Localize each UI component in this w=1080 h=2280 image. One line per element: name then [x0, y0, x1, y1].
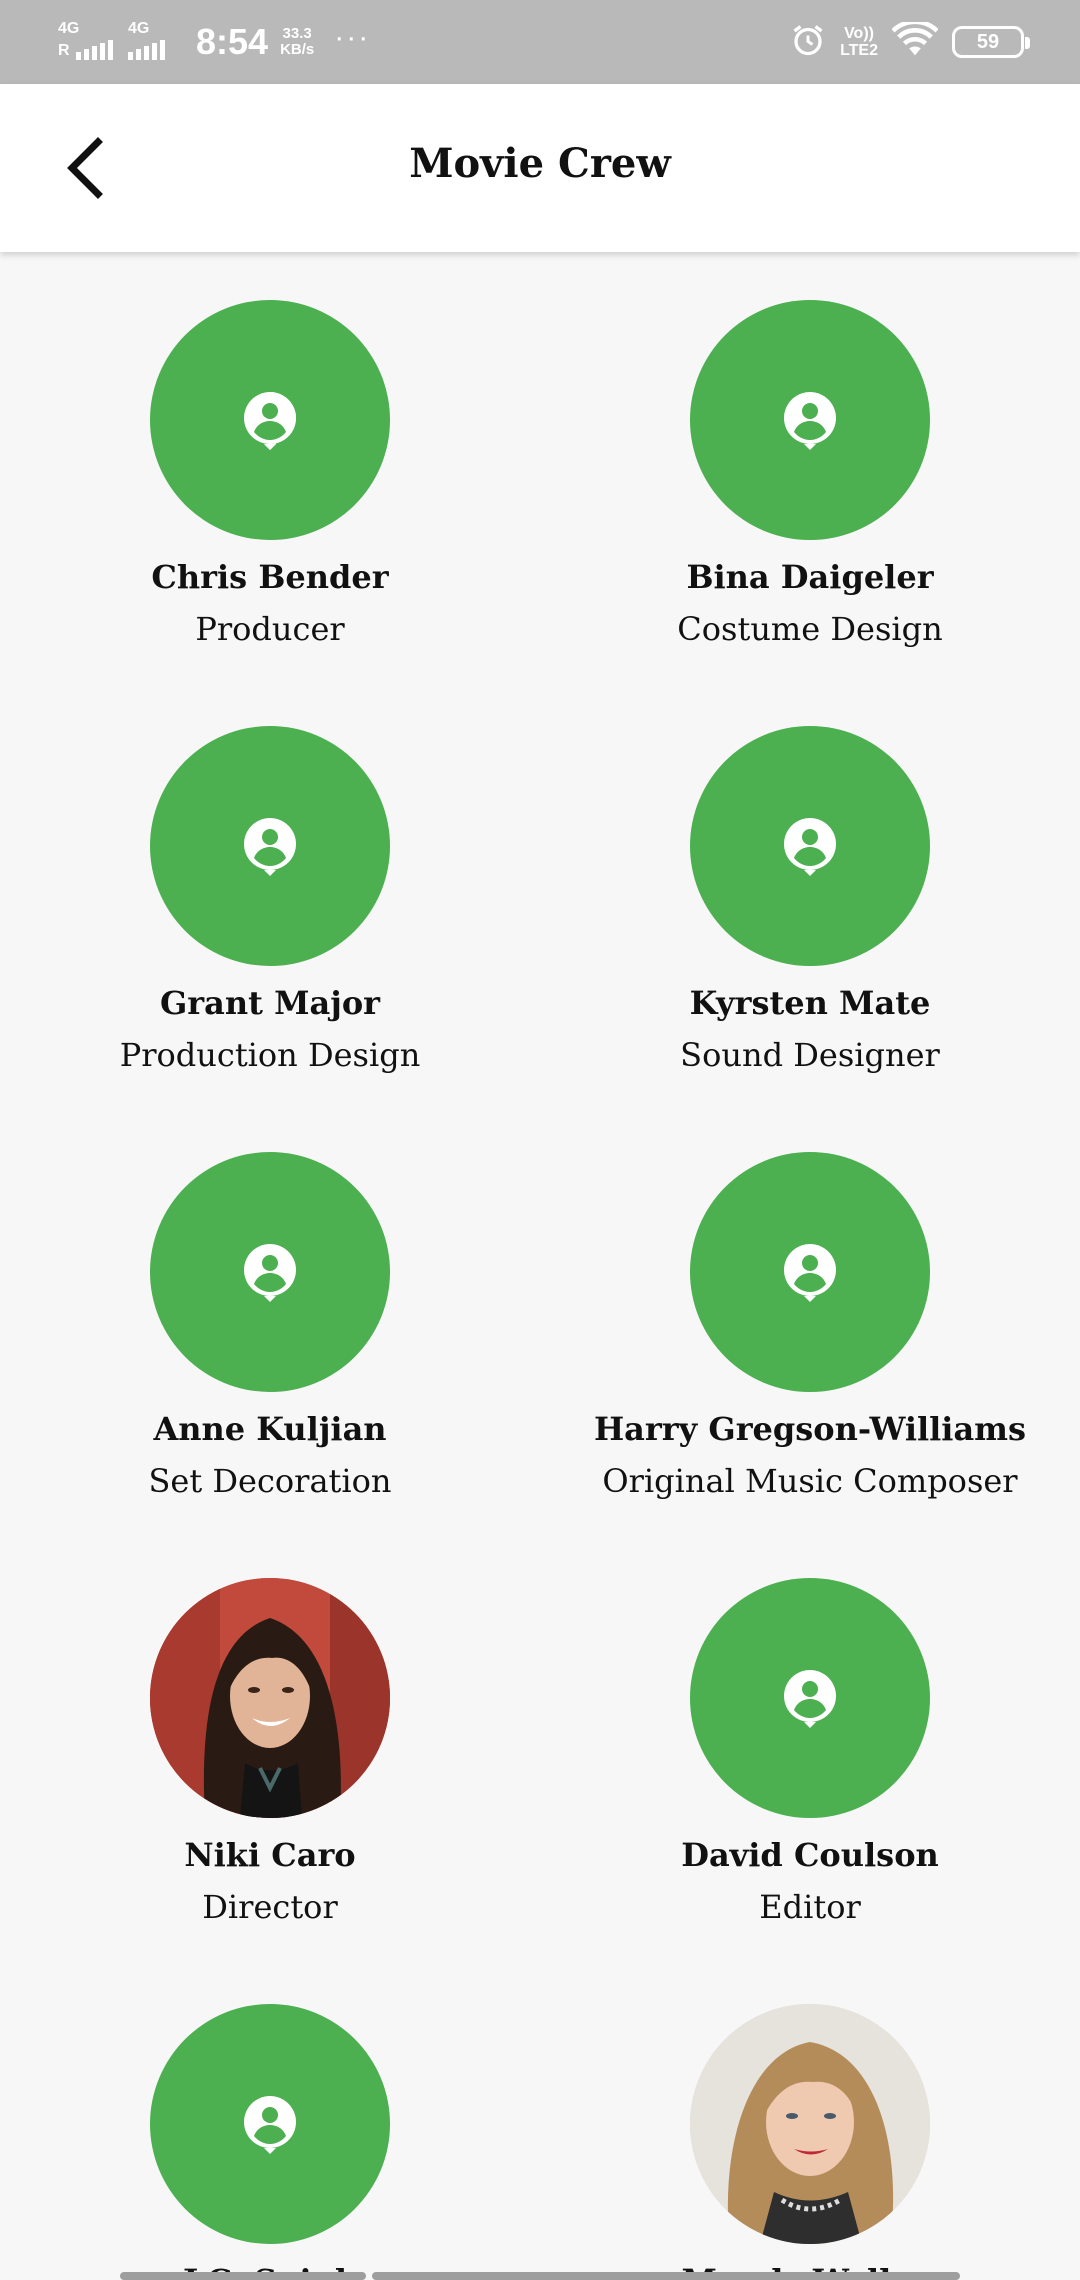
crew-name: Niki Caro: [184, 1836, 356, 1874]
crew-role: Director: [202, 1888, 338, 1926]
avatar: [150, 300, 390, 540]
wifi-icon: [891, 19, 939, 63]
person-pin-icon: [244, 818, 296, 876]
crew-name: Anne Kuljian: [153, 1410, 387, 1448]
avatar: [690, 1152, 930, 1392]
crew-role: Producer: [195, 610, 345, 648]
avatar-photo: [150, 1578, 390, 1818]
signal-2-icon: 4G: [126, 18, 178, 66]
person-pin-icon: [784, 1670, 836, 1728]
crew-role: Original Music Composer: [602, 1462, 1018, 1500]
more-notifications-icon: ···: [334, 21, 371, 54]
portrait-photo: [150, 1578, 390, 1818]
clock: 8:54: [196, 21, 269, 62]
crew-card[interactable]: Bina Daigeler Costume Design: [540, 252, 1080, 678]
crew-name: Kyrsten Mate: [689, 984, 931, 1022]
signal-1-icon: 4G R: [56, 18, 114, 66]
avatar: [150, 726, 390, 966]
crew-name: Chris Bender: [151, 558, 389, 596]
battery-icon: 59: [952, 26, 1030, 58]
crew-card[interactable]: Grant Major Production Design: [0, 678, 540, 1104]
person-pin-icon: [244, 392, 296, 450]
person-pin-icon: [784, 392, 836, 450]
crew-card[interactable]: Anne Kuljian Set Decoration: [0, 1104, 540, 1530]
crew-role: Costume Design: [677, 610, 943, 648]
avatar: [690, 726, 930, 966]
person-pin-icon: [244, 2096, 296, 2154]
crew-role: Editor: [759, 1888, 861, 1926]
crew-card[interactable]: Niki Caro Director: [0, 1530, 540, 1956]
crew-name: Grant Major: [159, 984, 381, 1022]
person-pin-icon: [784, 818, 836, 876]
crew-card[interactable]: J.C. Spink: [0, 1956, 540, 2280]
crew-card[interactable]: Chris Bender Producer: [0, 252, 540, 678]
scroll-indicator: [372, 2272, 960, 2280]
status-bar: 4G R 4G 8:54 33.3 KB/s ··· Vo)) LTE2 59: [0, 0, 1080, 84]
avatar: [150, 1152, 390, 1392]
crew-role: Set Decoration: [148, 1462, 392, 1500]
crew-card[interactable]: David Coulson Editor: [540, 1530, 1080, 1956]
avatar-photo: [690, 2004, 930, 2244]
crew-name: Harry Gregson-Williams: [593, 1410, 1027, 1448]
crew-role: Sound Designer: [680, 1036, 940, 1074]
scroll-indicator: [120, 2272, 366, 2280]
alarm-icon: [790, 22, 826, 63]
crew-name: Bina Daigeler: [686, 558, 934, 596]
crew-card[interactable]: Harry Gregson-Williams Original Music Co…: [540, 1104, 1080, 1530]
avatar: [690, 300, 930, 540]
crew-card[interactable]: Mandy Walker: [540, 1956, 1080, 2280]
page-title: Movie Crew: [409, 140, 671, 187]
crew-name: David Coulson: [681, 1836, 939, 1874]
crew-grid: Chris Bender Producer Bina Daigeler Cost…: [0, 252, 1080, 2280]
network-speed: 33.3 KB/s: [280, 25, 315, 58]
person-pin-icon: [244, 1244, 296, 1302]
crew-card[interactable]: Kyrsten Mate Sound Designer: [540, 678, 1080, 1104]
person-pin-icon: [784, 1244, 836, 1302]
volte-indicator: Vo)) LTE2: [840, 25, 878, 59]
portrait-photo: [690, 2004, 930, 2244]
crew-role: Production Design: [119, 1036, 421, 1074]
avatar: [690, 1578, 930, 1818]
avatar: [150, 2004, 390, 2244]
app-bar: Movie Crew: [0, 84, 1080, 252]
